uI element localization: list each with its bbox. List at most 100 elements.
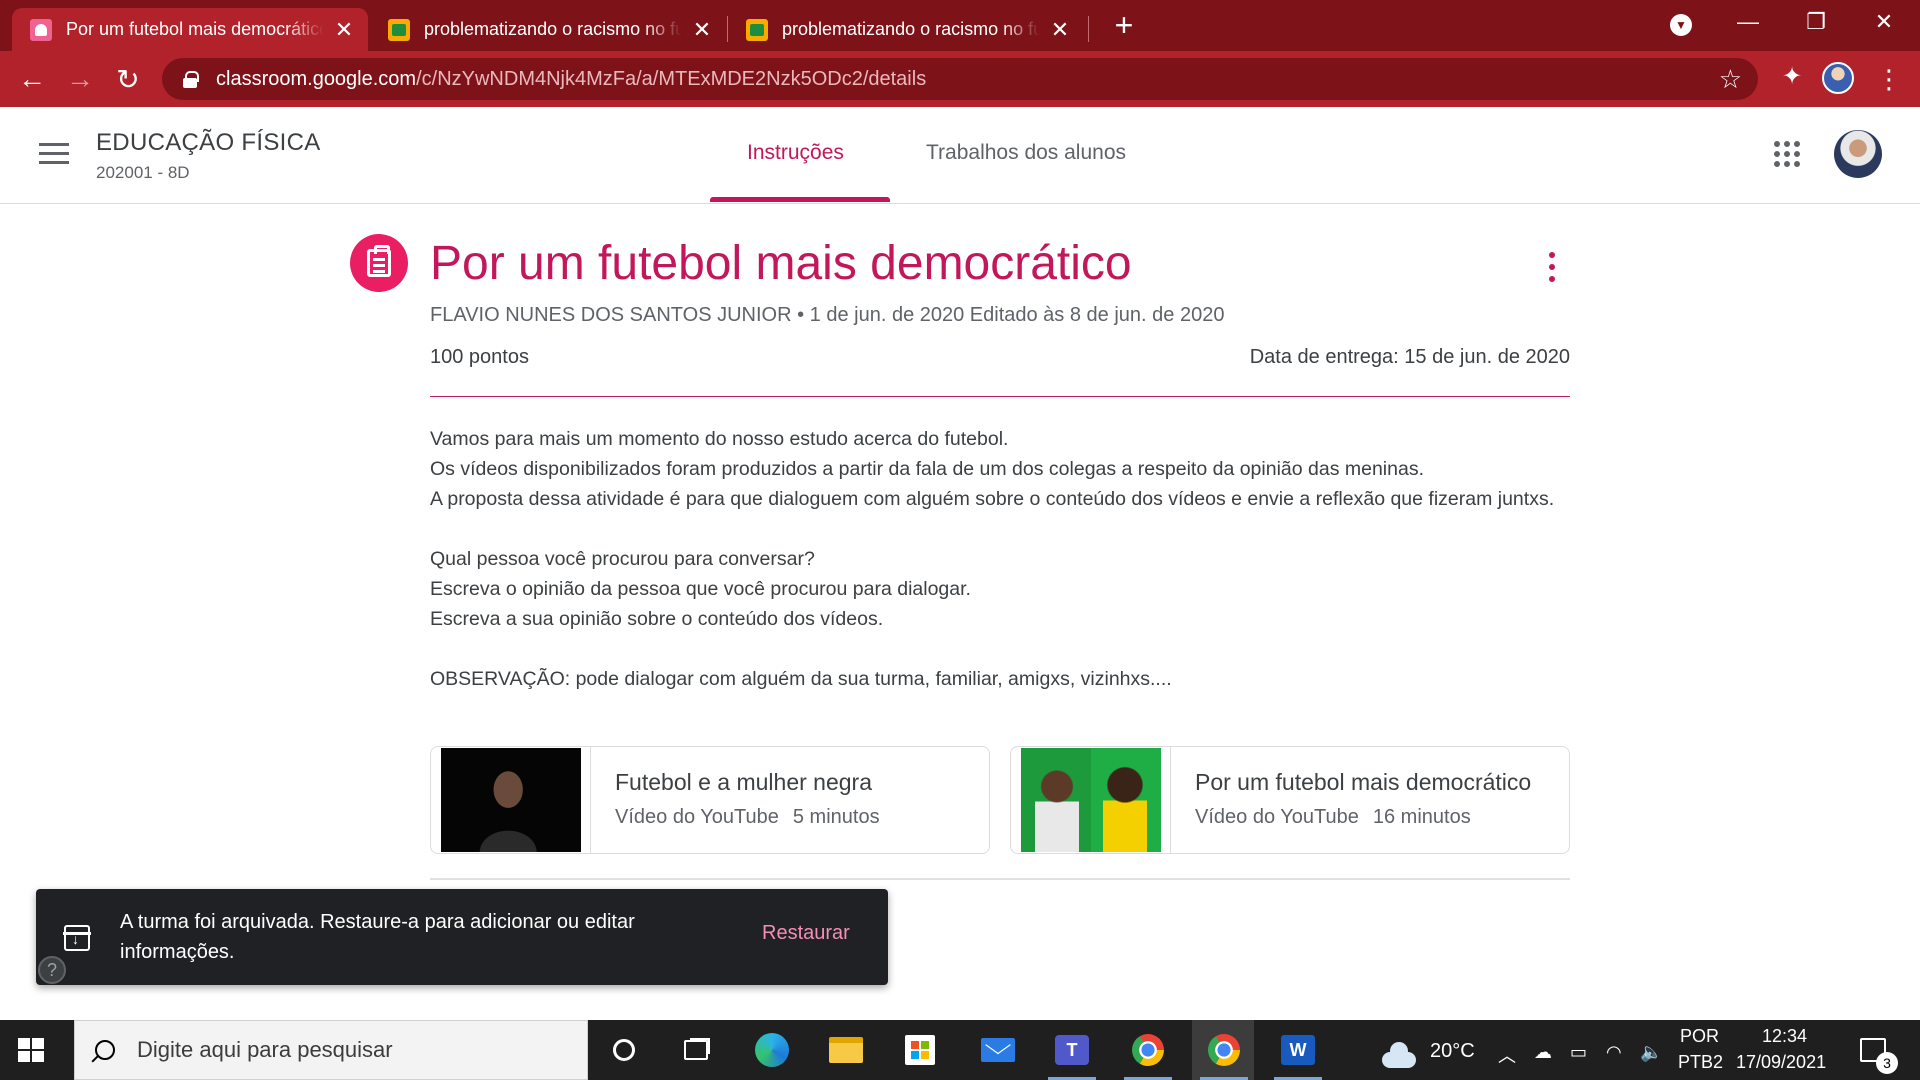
battery-icon[interactable]: ▭ xyxy=(1570,1042,1587,1063)
attachment-video-card[interactable]: Por um futebol mais democrático Vídeo do… xyxy=(1010,746,1570,854)
browser-tab[interactable]: problematizando o racismo no futebol ✕ xyxy=(728,8,1084,51)
new-tab-button[interactable]: + xyxy=(1106,8,1142,44)
course-section: 202001 - 8D xyxy=(96,163,190,182)
browser-tab-strip: Por um futebol mais democrático ✕ proble… xyxy=(0,0,1920,51)
account-avatar[interactable] xyxy=(1834,130,1882,178)
address-bar[interactable]: classroom.google.com/c/NzYwNDM4Njk4MzFa/… xyxy=(162,58,1758,100)
browser-toolbar: ← → ↻ classroom.google.com/c/NzYwNDM4Njk… xyxy=(0,51,1920,107)
classroom-header: EDUCAÇÃO FÍSICA 202001 - 8D Instruções T… xyxy=(0,107,1920,204)
edge-icon[interactable] xyxy=(752,1030,792,1070)
microsoft-store-icon[interactable] xyxy=(900,1030,940,1070)
windows-start-icon[interactable] xyxy=(18,1038,46,1062)
more-options-icon[interactable] xyxy=(1540,252,1564,282)
attachment-video-card[interactable]: Futebol e a mulher negra Vídeo do YouTub… xyxy=(430,746,990,854)
assignment-due-date: Data de entrega: 15 de jun. de 2020 xyxy=(1249,346,1570,368)
taskbar-search-box[interactable]: Digite aqui para pesquisar xyxy=(74,1020,588,1080)
main-menu-icon[interactable] xyxy=(36,143,72,171)
notification-count-badge: 3 xyxy=(1876,1052,1898,1074)
assignment-title: Por um futebol mais democrático xyxy=(430,237,1132,290)
search-icon xyxy=(95,1040,115,1060)
url-path: /c/NzYwNDM4Njk4MzFa/a/MTExMDE2Nzk5ODc2/d… xyxy=(416,67,927,90)
google-apps-icon[interactable] xyxy=(1774,141,1800,167)
clock-date[interactable]: 17/09/2021 xyxy=(1736,1052,1826,1073)
clock-time[interactable]: 12:34 xyxy=(1762,1026,1807,1047)
close-window-button[interactable]: ✕ xyxy=(1856,0,1912,44)
chevron-up-icon[interactable]: ︿ xyxy=(1498,1042,1516,1068)
restore-button[interactable]: Restaurar xyxy=(762,922,850,945)
instruction-line xyxy=(430,634,1570,664)
teams-icon[interactable]: T xyxy=(1048,1030,1096,1080)
attachment-source: Vídeo do YouTube xyxy=(1195,806,1359,828)
task-view-icon[interactable] xyxy=(676,1030,716,1070)
url-text: classroom.google.com/c/NzYwNDM4Njk4MzFa/… xyxy=(216,68,926,91)
tab-title: Por um futebol mais democrático xyxy=(66,19,324,39)
tab-search-icon[interactable]: ▼ xyxy=(1670,14,1692,36)
attachment-title[interactable]: Futebol e a mulher negra xyxy=(615,769,975,796)
reload-button[interactable]: ↻ xyxy=(108,59,148,99)
instruction-line: Escreva o opinião da pessoa que você pro… xyxy=(430,578,971,600)
windows-taskbar: Digite aqui para pesquisar T W 20°C ︿ ☁ … xyxy=(0,1020,1920,1080)
chrome-profile-avatar[interactable] xyxy=(1822,62,1854,94)
archived-class-snackbar: A turma foi arquivada. Restaure-a para a… xyxy=(36,889,888,985)
keyboard-layout[interactable]: PTB2 xyxy=(1678,1052,1723,1073)
video-thumbnail[interactable] xyxy=(431,747,591,853)
back-button[interactable]: ← xyxy=(12,59,52,99)
attachment-duration: 16 minutos xyxy=(1372,806,1471,828)
browser-tab[interactable]: problematizando o racismo no futebol ✕ xyxy=(370,8,726,51)
instruction-line: Escreva a sua opinião sobre o conteúdo d… xyxy=(430,608,884,630)
close-tab-icon[interactable]: ✕ xyxy=(1048,17,1072,43)
browser-tab-active[interactable]: Por um futebol mais democrático ✕ xyxy=(12,8,368,51)
lock-icon[interactable] xyxy=(182,71,199,88)
tab-separator xyxy=(1088,16,1089,42)
divider xyxy=(430,878,1570,880)
minimize-button[interactable]: — xyxy=(1720,0,1776,44)
cortana-icon[interactable] xyxy=(604,1030,644,1070)
tab-title: problematizando o racismo no futebol xyxy=(424,19,682,39)
attachment-title[interactable]: Por um futebol mais democrático xyxy=(1195,769,1555,796)
close-tab-icon[interactable]: ✕ xyxy=(332,17,356,43)
archive-icon xyxy=(63,925,91,951)
instruction-line: Vamos para mais um momento do nosso estu… xyxy=(430,428,1009,450)
help-icon[interactable]: ? xyxy=(38,956,66,984)
onedrive-icon[interactable]: ☁ xyxy=(1534,1042,1552,1063)
instruction-line: A proposta dessa atividade é para que di… xyxy=(430,488,1555,510)
divider xyxy=(430,396,1570,397)
active-tab-indicator xyxy=(710,197,890,202)
wifi-icon[interactable]: ◠ xyxy=(1606,1042,1622,1063)
instruction-line: Os vídeos disponibilizados foram produzi… xyxy=(430,458,1424,480)
attachment-duration: 5 minutos xyxy=(792,806,880,828)
chrome-menu-icon[interactable]: ⋮ xyxy=(1874,62,1904,96)
file-explorer-icon[interactable] xyxy=(826,1030,866,1070)
url-host: classroom.google.com xyxy=(216,67,417,90)
assignment-instructions: Vamos para mais um momento do nosso estu… xyxy=(430,424,1570,694)
instruction-line xyxy=(430,514,1570,544)
forward-button[interactable]: → xyxy=(60,59,100,99)
tab-title: problematizando o racismo no futebol xyxy=(782,19,1040,39)
assignment-points: 100 pontos xyxy=(430,346,529,368)
weather-cloud-icon[interactable] xyxy=(1382,1042,1416,1068)
video-thumbnail[interactable] xyxy=(1011,747,1171,853)
snackbar-message: A turma foi arquivada. Restaure-a para a… xyxy=(120,911,635,963)
instruction-line: OBSERVAÇÃO: pode dialogar com alguém da … xyxy=(430,668,1172,690)
tab-student-work[interactable]: Trabalhos dos alunos xyxy=(926,141,1126,165)
tab-instructions[interactable]: Instruções xyxy=(747,141,844,165)
classroom-icon xyxy=(388,18,410,41)
chrome-profile-icon[interactable] xyxy=(1124,1030,1172,1080)
input-language[interactable]: POR xyxy=(1680,1026,1719,1047)
weather-temperature[interactable]: 20°C xyxy=(1430,1040,1475,1063)
close-tab-icon[interactable]: ✕ xyxy=(690,17,714,43)
instruction-line: Qual pessoa você procurou para conversar… xyxy=(430,548,815,570)
mail-icon[interactable] xyxy=(978,1030,1018,1070)
volume-icon[interactable]: 🔈 xyxy=(1640,1042,1662,1063)
classroom-icon xyxy=(746,18,768,41)
assignment-meta: FLAVIO NUNES DOS SANTOS JUNIOR • 1 de ju… xyxy=(430,304,1225,326)
bookmark-star-icon[interactable]: ☆ xyxy=(1719,64,1742,95)
attachment-source: Vídeo do YouTube xyxy=(615,806,779,828)
word-icon[interactable]: W xyxy=(1274,1030,1322,1080)
classroom-assignment-icon xyxy=(30,18,52,41)
course-title[interactable]: EDUCAÇÃO FÍSICA xyxy=(96,129,321,157)
chrome-icon[interactable] xyxy=(1200,1030,1248,1080)
search-placeholder: Digite aqui para pesquisar xyxy=(137,1037,393,1062)
extensions-icon[interactable]: ✦ xyxy=(1774,58,1810,94)
restore-button[interactable]: ❐ xyxy=(1788,0,1844,44)
